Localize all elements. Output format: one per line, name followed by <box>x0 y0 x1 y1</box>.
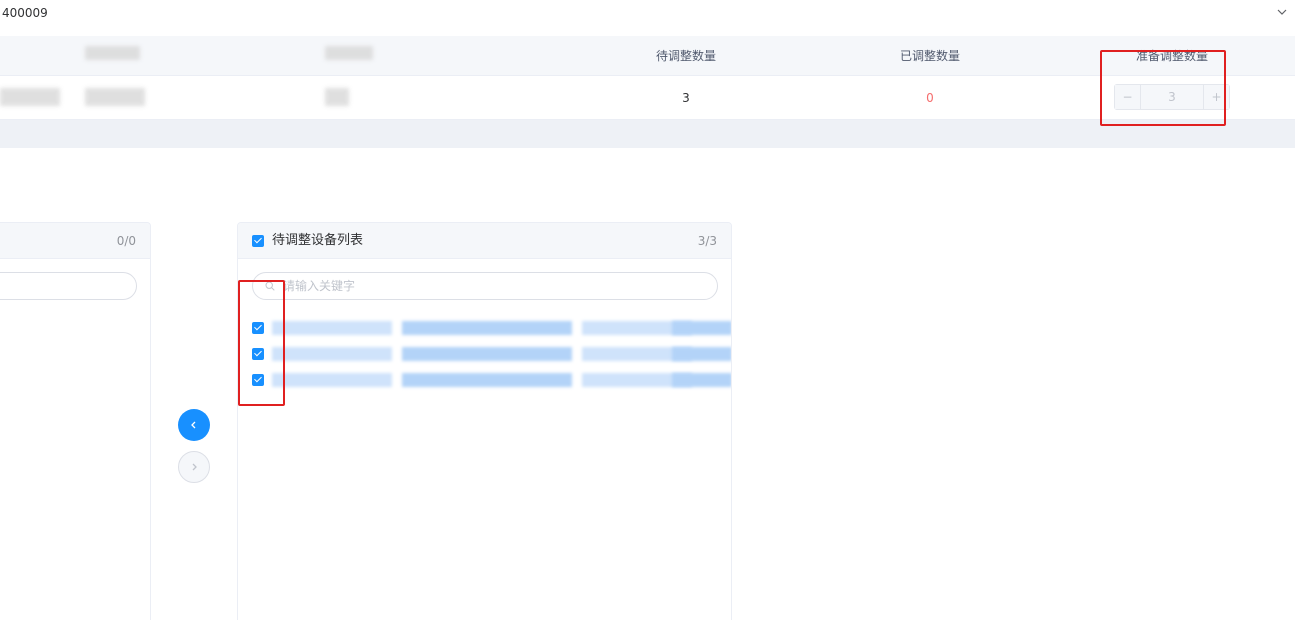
right-panel-count: 3/3 <box>697 234 717 248</box>
transfer-left-button[interactable] <box>178 409 210 441</box>
right-panel-header: 待调整设备列表 3/3 <box>238 223 731 259</box>
item-checkbox[interactable] <box>252 374 264 386</box>
blurred-item-text <box>402 321 572 335</box>
table-footer-band <box>0 120 1295 148</box>
collapse-header[interactable]: 400009 <box>0 0 1311 36</box>
search-placeholder: 请输入关键字 <box>283 279 356 293</box>
blurred-item-text <box>402 373 572 387</box>
blurred-header-1 <box>85 46 140 60</box>
select-all-checkbox[interactable] <box>252 235 264 247</box>
item-checkbox[interactable] <box>252 322 264 334</box>
cell-pending-qty: 3 <box>682 91 690 105</box>
blurred-cell-2 <box>85 88 145 106</box>
prepare-qty-stepper[interactable]: − 3 + <box>1114 84 1230 110</box>
right-search-input[interactable]: 请输入关键字 <box>252 272 718 300</box>
blurred-item-text <box>402 347 572 361</box>
blurred-cell-3 <box>325 88 349 106</box>
table-row: 3 0 <box>0 76 1295 120</box>
blurred-header-2 <box>325 46 373 60</box>
blurred-item-text <box>672 321 731 335</box>
left-transfer-panel: 0/0 <box>0 222 151 620</box>
blurred-cell-1 <box>0 88 60 106</box>
blurred-item-text <box>272 347 392 361</box>
chevron-left-icon <box>191 421 196 429</box>
left-search-input[interactable] <box>0 272 137 300</box>
item-checkbox[interactable] <box>252 348 264 360</box>
stepper-minus-button[interactable]: − <box>1115 85 1141 109</box>
right-transfer-panel: 待调整设备列表 3/3 请输入关键字 <box>237 222 732 620</box>
list-item[interactable] <box>252 321 731 335</box>
search-icon <box>265 281 275 291</box>
adjust-table: 待调整数量 已调整数量 准备调整数量 3 0 <box>0 36 1295 120</box>
stepper-plus-button[interactable]: + <box>1203 85 1229 109</box>
list-item[interactable] <box>252 373 731 387</box>
list-item[interactable] <box>252 347 731 361</box>
transfer-right-button[interactable] <box>178 451 210 483</box>
blurred-item-text <box>672 373 731 387</box>
right-panel-title: 待调整设备列表 <box>272 233 364 248</box>
cell-adjusted-qty: 0 <box>926 91 934 105</box>
blurred-item-text <box>272 373 392 387</box>
blurred-item-text <box>272 321 392 335</box>
header-pending-qty: 待调整数量 <box>655 49 716 63</box>
stepper-value[interactable]: 3 <box>1141 85 1203 109</box>
chevron-right-icon <box>192 463 197 471</box>
table-header: 待调整数量 已调整数量 准备调整数量 <box>0 36 1295 76</box>
left-panel-header: 0/0 <box>0 223 150 259</box>
header-adjusted-qty: 已调整数量 <box>899 49 960 63</box>
blurred-item-text <box>672 347 731 361</box>
left-panel-count: 0/0 <box>116 234 136 248</box>
collapse-title: 400009 <box>2 6 48 20</box>
chevron-down-icon[interactable] <box>1276 6 1288 18</box>
header-prepare-qty: 准备调整数量 <box>1135 49 1208 63</box>
